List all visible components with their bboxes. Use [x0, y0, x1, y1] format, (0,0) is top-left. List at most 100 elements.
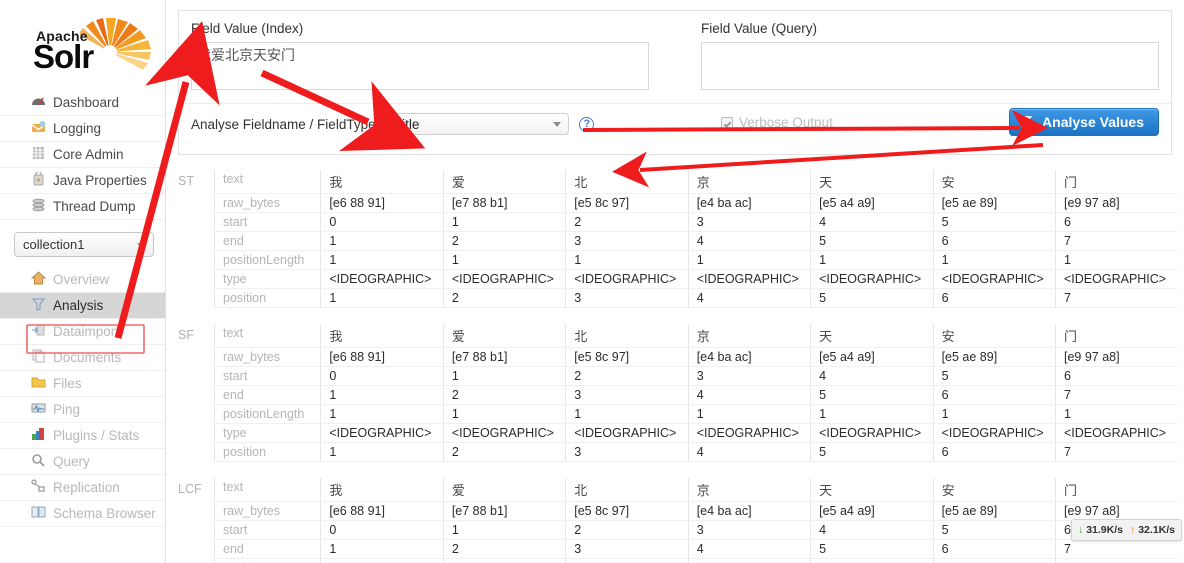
token-cell: 6: [932, 442, 1056, 462]
table-row: raw_bytes [e6 88 91] [e7 88 b1] [e5 8c 97][…: [214, 501, 1178, 521]
token-cell: 安: [932, 478, 1056, 502]
token-cell: 6: [932, 385, 1056, 405]
token-cell: 5: [810, 231, 934, 251]
field-value-index-input[interactable]: [191, 42, 649, 90]
analysis-controls: Analyse Fieldname / FieldType: title ? V…: [191, 104, 1159, 144]
token-cell: 1: [442, 558, 566, 563]
analyse-values-label: Analyse Values: [1042, 114, 1144, 130]
book-icon: [30, 505, 46, 522]
token-cell: 天: [810, 324, 934, 348]
field-value-query-input[interactable]: [701, 42, 1159, 90]
token-cell: 2: [442, 385, 566, 405]
funnel-icon: [1021, 114, 1034, 130]
token-cell: 1: [687, 404, 811, 424]
token-cell: 0: [320, 366, 444, 386]
sidebar-item-thread-dump[interactable]: Thread Dump: [0, 194, 165, 220]
sidebar-item-documents[interactable]: Documents: [0, 345, 165, 371]
magnifier-icon: [30, 453, 46, 470]
solr-logo[interactable]: Apache Solr: [0, 0, 165, 86]
token-cell: [e6 88 91]: [320, 193, 444, 213]
token-cell: 1: [687, 558, 811, 563]
analyzer-code: LCF: [178, 482, 202, 496]
download-speed: 31.9K/s: [1086, 524, 1123, 536]
row-key: raw_bytes: [214, 193, 321, 213]
token-cell: [e7 88 b1]: [442, 193, 566, 213]
replication-icon: [30, 479, 46, 496]
token-cell: 北: [565, 170, 689, 194]
table-row: positionLength1111111: [214, 558, 1178, 563]
token-cell: 2: [442, 231, 566, 251]
token-cell: 3: [687, 212, 811, 232]
token-cell: 5: [810, 539, 934, 559]
token-cell: 2: [565, 520, 689, 540]
help-icon[interactable]: ?: [579, 116, 595, 132]
row-key: positionLength: [214, 558, 321, 563]
fieldtype-select[interactable]: title: [389, 113, 570, 135]
analysis-block: ST text 我爱北京天安门 raw_bytes [e6 88 91] [e7 88 b…: [178, 170, 1178, 308]
table-row: type <IDEOGRAPHIC> <IDEOGRAPHIC> <IDEOGRAPH…: [214, 269, 1178, 289]
token-cell: 5: [932, 366, 1056, 386]
row-key: text: [214, 478, 321, 502]
sidebar-item-overview[interactable]: Overview: [0, 267, 165, 293]
row-key: raw_bytes: [214, 347, 321, 367]
thread-dump-icon: [30, 198, 46, 215]
row-key: raw_bytes: [214, 501, 321, 521]
token-cell: <IDEOGRAPHIC>: [687, 423, 811, 443]
token-cell: <IDEOGRAPHIC>: [565, 269, 689, 289]
table-row: raw_bytes [e6 88 91] [e7 88 b1] [e5 8c 97][…: [214, 193, 1178, 213]
table-row: text 我爱北京天安门: [214, 324, 1178, 348]
field-value-row: Field Value (Index) Field Value (Query): [191, 21, 1159, 93]
token-cell: 4: [687, 442, 811, 462]
sidebar-item-label: Ping: [53, 402, 81, 417]
sidebar-item-core-admin[interactable]: Core Admin: [0, 142, 165, 168]
sidebar-item-logging[interactable]: Logging: [0, 116, 165, 142]
sidebar-item-schema-browser[interactable]: Schema Browser: [0, 501, 165, 527]
token-cell: 5: [932, 520, 1056, 540]
sidebar-item-label: Query: [53, 454, 90, 469]
sidebar-item-analysis[interactable]: Analysis: [0, 293, 165, 319]
table-row: position 1 2 3 4 5 6 7: [214, 442, 1178, 462]
token-cell: 6: [932, 231, 1056, 251]
documents-icon: [30, 349, 46, 366]
token-cell: [e7 88 b1]: [442, 347, 566, 367]
analysis-table: text 我爱北京天安门 raw_bytes [e6 88 91] [e7 88 b1]…: [214, 324, 1178, 462]
core-select[interactable]: collection1: [14, 232, 154, 257]
analysis-form-panel: Field Value (Index) Field Value (Query) …: [178, 10, 1172, 155]
token-cell: 7: [1055, 539, 1178, 559]
sidebar-item-replication[interactable]: Replication: [0, 475, 165, 501]
sidebar-item-label: Core Admin: [53, 147, 124, 162]
token-cell: 北: [565, 478, 689, 502]
token-cell: [e5 8c 97]: [565, 347, 689, 367]
token-cell: 2: [442, 288, 566, 308]
token-cell: <IDEOGRAPHIC>: [932, 423, 1056, 443]
token-cell: 6: [932, 288, 1056, 308]
analysis-block: LCF text 我爱北京天安门 raw_bytes [e6 88 91] [e7 88 …: [178, 478, 1178, 563]
sidebar-item-plugins-stats[interactable]: Plugins / Stats: [0, 423, 165, 449]
token-cell: [e5 a4 a9]: [810, 501, 934, 521]
token-cell: 2: [565, 366, 689, 386]
row-key: position: [214, 288, 321, 308]
sidebar-item-ping[interactable]: Ping: [0, 397, 165, 423]
token-cell: 4: [687, 539, 811, 559]
table-row: start 0 1 2 3 4 5 6: [214, 366, 1178, 386]
token-cell: [e5 ae 89]: [932, 347, 1056, 367]
sidebar-item-files[interactable]: Files: [0, 371, 165, 397]
sidebar-item-java-properties[interactable]: Java Properties: [0, 168, 165, 194]
sidebar-item-query[interactable]: Query: [0, 449, 165, 475]
token-cell: 4: [687, 288, 811, 308]
token-cell: 1: [687, 250, 811, 270]
analyse-values-button[interactable]: Analyse Values: [1009, 108, 1159, 136]
token-cell: 6: [1055, 212, 1178, 232]
token-cell: 5: [810, 288, 934, 308]
token-cell: 2: [565, 212, 689, 232]
verbose-output-toggle[interactable]: Verbose Output: [721, 115, 833, 130]
sidebar-item-dashboard[interactable]: Dashboard: [0, 90, 165, 116]
index-column: Field Value (Index): [191, 21, 675, 93]
sidebar-item-dataimport[interactable]: Dataimport: [0, 319, 165, 345]
token-cell: <IDEOGRAPHIC>: [442, 269, 566, 289]
token-cell: <IDEOGRAPHIC>: [810, 423, 934, 443]
token-cell: 我: [320, 324, 444, 348]
sidebar-item-label: Schema Browser: [53, 506, 156, 521]
java-properties-icon: [30, 170, 46, 189]
network-speed-widget[interactable]: ↓ 31.9K/s ↑ 32.1K/s: [1070, 519, 1182, 541]
